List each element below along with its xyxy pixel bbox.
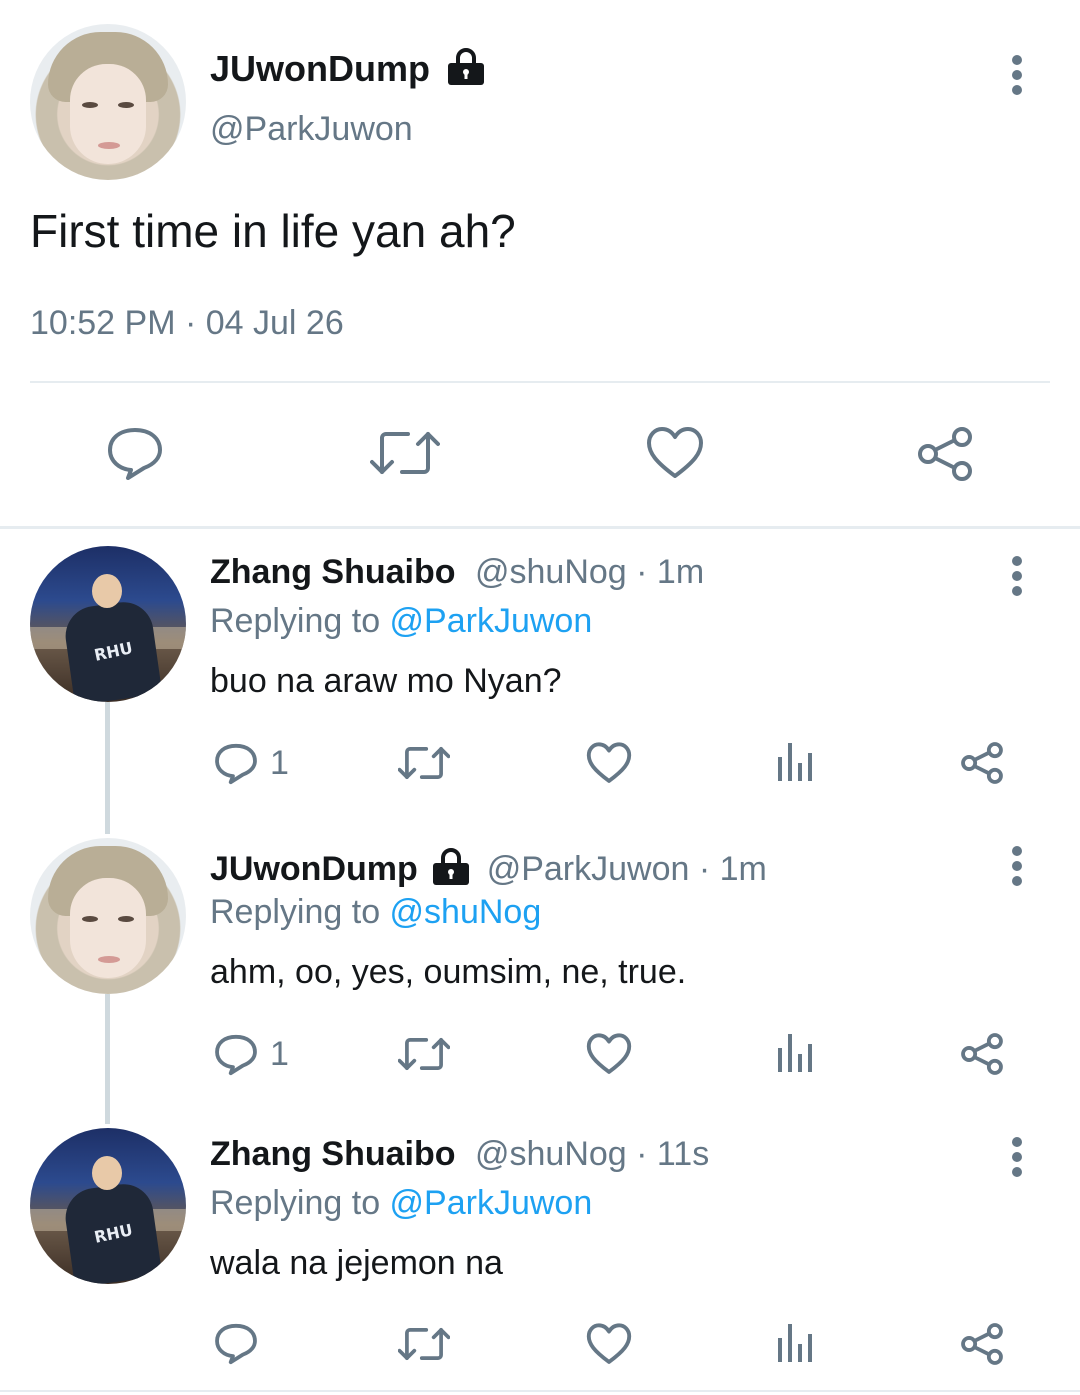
analytics-icon[interactable] [776,1322,816,1364]
replying-to: Replying to @shuNog [210,893,541,932]
reply-text: buo na araw mo Nyan? [210,662,562,700]
replying-prefix: Replying to [210,893,390,931]
analytics-icon[interactable] [776,1032,816,1074]
reply-header: Zhang Shuaibo @shuNog · 11s [210,1135,709,1174]
tweet-text: First time in life yan ah? [30,205,516,257]
replying-to: Replying to @ParkJuwon [210,602,592,641]
bottom-divider [0,1390,1080,1392]
author-display-name: JUwonDump [210,48,430,89]
tweet-timestamp[interactable]: 10:52 PM · 04 Jul 26 [30,304,344,343]
retweet-icon[interactable] [398,1035,450,1073]
reply-avatar[interactable]: RHU [30,546,186,702]
more-options-icon[interactable] [1010,55,1024,95]
replying-to: Replying to @ParkJuwon [210,1184,592,1223]
more-options-icon[interactable] [1010,556,1024,596]
section-divider [0,526,1080,529]
reply-icon[interactable] [106,426,164,482]
share-icon[interactable] [960,741,1004,785]
more-options-icon[interactable] [1010,846,1024,886]
reply-icon[interactable] [214,1033,258,1077]
reply-handle-time[interactable]: @ParkJuwon · 1m [487,850,767,888]
replying-prefix: Replying to [210,1184,390,1222]
replying-to-link[interactable]: @ParkJuwon [390,602,593,640]
like-icon[interactable] [586,1323,632,1365]
lock-icon [433,848,470,886]
like-icon[interactable] [586,742,632,784]
divider [30,381,1050,383]
share-icon[interactable] [960,1322,1004,1366]
lock-icon [448,48,485,86]
reply-avatar[interactable]: RHU [30,1128,186,1284]
like-icon[interactable] [586,1033,632,1075]
reply-icon[interactable] [214,742,258,786]
reply-display-name[interactable]: Zhang Shuaibo [210,553,456,591]
replying-to-link[interactable]: @ParkJuwon [390,1184,593,1222]
author-handle[interactable]: @ParkJuwon [210,110,413,149]
reply-text: ahm, oo, yes, oumsim, ne, true. [210,953,687,991]
replying-prefix: Replying to [210,602,390,640]
retweet-icon[interactable] [398,1325,450,1363]
author-avatar[interactable] [30,24,186,180]
reply-header: JUwonDump @ParkJuwon · 1m [210,848,767,889]
more-options-icon[interactable] [1010,1137,1024,1177]
reply-display-name[interactable]: JUwonDump [210,850,418,888]
reply-header: Zhang Shuaibo @shuNog · 1m [210,553,704,592]
retweet-icon[interactable] [398,744,450,782]
replying-to-link[interactable]: @shuNog [390,893,542,931]
like-icon[interactable] [646,426,704,480]
thread-line [105,994,110,1124]
reply-handle-time[interactable]: @shuNog · 1m [475,553,704,591]
share-icon[interactable] [960,1032,1004,1076]
reply-count: 1 [270,744,289,782]
reply-text: wala na jejemon na [210,1244,503,1282]
retweet-icon[interactable] [370,428,440,478]
analytics-icon[interactable] [776,741,816,783]
reply-display-name[interactable]: Zhang Shuaibo [210,1135,456,1173]
thread-line [105,702,110,834]
reply-avatar[interactable] [30,838,186,994]
reply-handle-time[interactable]: @shuNog · 11s [475,1135,709,1173]
reply-count: 1 [270,1035,289,1073]
reply-icon[interactable] [214,1322,258,1366]
author-name[interactable]: JUwonDump [210,48,486,90]
share-icon[interactable] [916,425,974,483]
